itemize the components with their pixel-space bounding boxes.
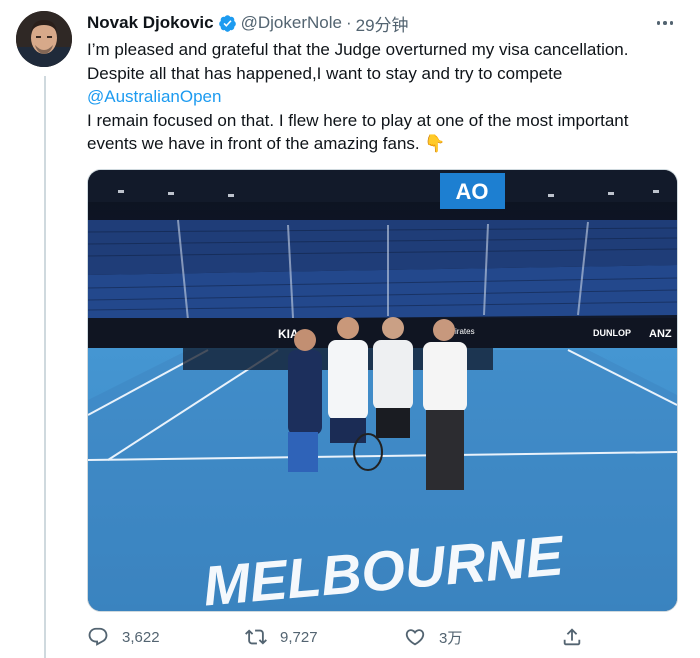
heart-icon (405, 629, 425, 646)
share-icon (563, 628, 581, 646)
verified-badge-icon (218, 14, 236, 32)
reply-button[interactable]: 3,622 (87, 624, 160, 650)
separator-dot: · (345, 13, 352, 32)
reply-icon (88, 627, 108, 646)
tweet-text-line: Despite all that has happened,I want to … (87, 63, 563, 83)
tweet-text-line: I remain focused on that. I flew here to… (87, 110, 629, 130)
tweet-header: Novak Djokovic @DjokerNole · 29分钟 (87, 11, 409, 36)
sponsor-dunlop: DUNLOP (593, 328, 631, 338)
share-button[interactable] (561, 624, 596, 650)
sponsor-anz: ANZ (649, 328, 672, 340)
players-group (288, 317, 467, 490)
tweet-actions-bar: 3,622 9,727 3万 (87, 624, 587, 650)
tweet-photo[interactable]: AO KIA Emirates DUNLOP ANZ MELBOURNE (87, 169, 678, 612)
tweet-text-line: events we have in front of the amazing f… (87, 134, 420, 153)
reply-count: 3,622 (122, 628, 160, 646)
tweet-text-line: I’m pleased and grateful that the Judge … (87, 40, 629, 59)
like-button[interactable]: 3万 (404, 624, 462, 650)
like-count: 3万 (439, 629, 463, 647)
avatar-image (16, 11, 72, 67)
thread-connector-line (44, 76, 46, 658)
retweet-icon (245, 629, 267, 645)
court-photo: AO KIA Emirates DUNLOP ANZ MELBOURNE (88, 170, 677, 611)
tweet-text: I’m pleased and grateful that the Judge … (87, 38, 687, 156)
author-handle[interactable]: @DjokerNole (241, 13, 342, 33)
retweet-button[interactable]: 9,727 (245, 624, 318, 650)
mention-link[interactable]: @AustralianOpen (87, 87, 221, 106)
more-dots-icon[interactable] (652, 12, 678, 34)
pointing-down-emoji: 👇 (424, 134, 446, 153)
timestamp[interactable]: 29分钟 (356, 11, 409, 36)
retweet-count: 9,727 (280, 628, 318, 646)
avatar[interactable] (16, 11, 72, 67)
author-name[interactable]: Novak Djokovic (87, 13, 214, 33)
ao-logo: AO (456, 179, 489, 204)
